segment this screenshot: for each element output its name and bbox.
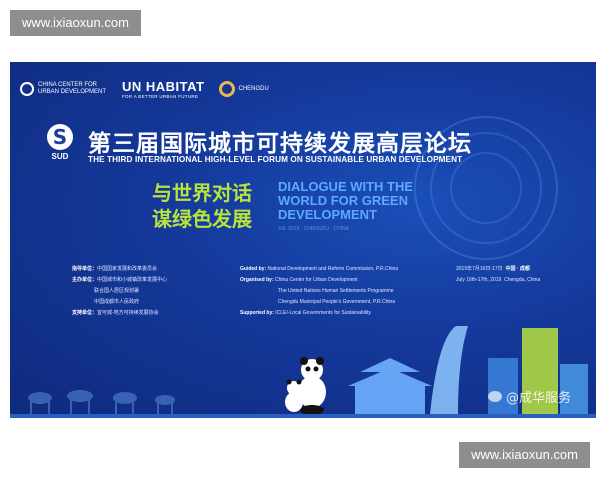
logo-bar: CHINA CENTER FOR URBAN DEVELOPMENT UN HA…	[20, 76, 269, 102]
theme-date-line: JUL 2019 · CHENGDU · CHINA	[278, 226, 349, 232]
camel-caravan	[28, 390, 175, 414]
sud-icon: S	[47, 124, 73, 150]
watermark-bottom: www.ixiaoxun.com	[459, 442, 590, 468]
organizers-english: Guided by: National Development and Refo…	[240, 264, 398, 319]
info-row: Organised by: China Center for Urban Dev…	[240, 277, 358, 283]
weibo-watermark: @成华服务	[488, 387, 571, 406]
title-chinese: 第三届国际城市可持续发展高层论坛	[88, 131, 472, 157]
date-place: 2019年7月16日-17日 中国 · 成都 July 16th-17th, 2…	[456, 264, 540, 286]
china-center-icon	[20, 82, 34, 96]
date-row-cn: 2019年7月16日-17日 中国 · 成都	[456, 266, 530, 272]
sud-logo: S SUD	[42, 124, 78, 168]
watermark-top: www.ixiaoxun.com	[10, 10, 141, 36]
info-row: Chengdu Municipal People's Government, P…	[278, 299, 396, 305]
pavilion-building	[348, 358, 432, 414]
info-row: 联合国人居区规划署	[94, 288, 140, 294]
ground-line	[10, 414, 596, 418]
info-row: The United Nations Human Settlements Pro…	[278, 288, 394, 294]
info-row: 指导单位：中国国家发展和改革委员会	[72, 266, 158, 272]
title-english: THE THIRD INTERNATIONAL HIGH-LEVEL FORUM…	[88, 155, 463, 164]
china-center-logo: CHINA CENTER FOR URBAN DEVELOPMENT	[20, 82, 108, 96]
date-row-en: July 16th-17th, 2019 Chengdu, China	[456, 277, 541, 283]
chengdu-sun-icon	[218, 81, 235, 97]
info-row: 中国成都市人民政府	[94, 299, 140, 305]
info-row: Guided by: National Development and Refo…	[240, 266, 399, 272]
info-row: 主办单位：中国城市和小城镇改革发展中心	[72, 277, 168, 283]
chengdu-logo: CHENGDU	[218, 81, 269, 97]
panda-pair	[285, 357, 326, 415]
weibo-icon	[488, 391, 502, 402]
unhabitat-logo: UN HABITAT FOR A BETTER URBAN FUTURE	[122, 79, 205, 99]
theme-english: DIALOGUE WITH THE WORLD FOR GREEN DEVELO…	[278, 179, 414, 222]
organizers-chinese: 指导单位：中国国家发展和改革委员会 主办单位：中国城市和小城镇改革发展中心 联合…	[72, 264, 167, 319]
forum-poster: CHINA CENTER FOR URBAN DEVELOPMENT UN HA…	[10, 62, 596, 418]
theme-chinese: 与世界对话 谋绿色发展	[152, 181, 252, 231]
